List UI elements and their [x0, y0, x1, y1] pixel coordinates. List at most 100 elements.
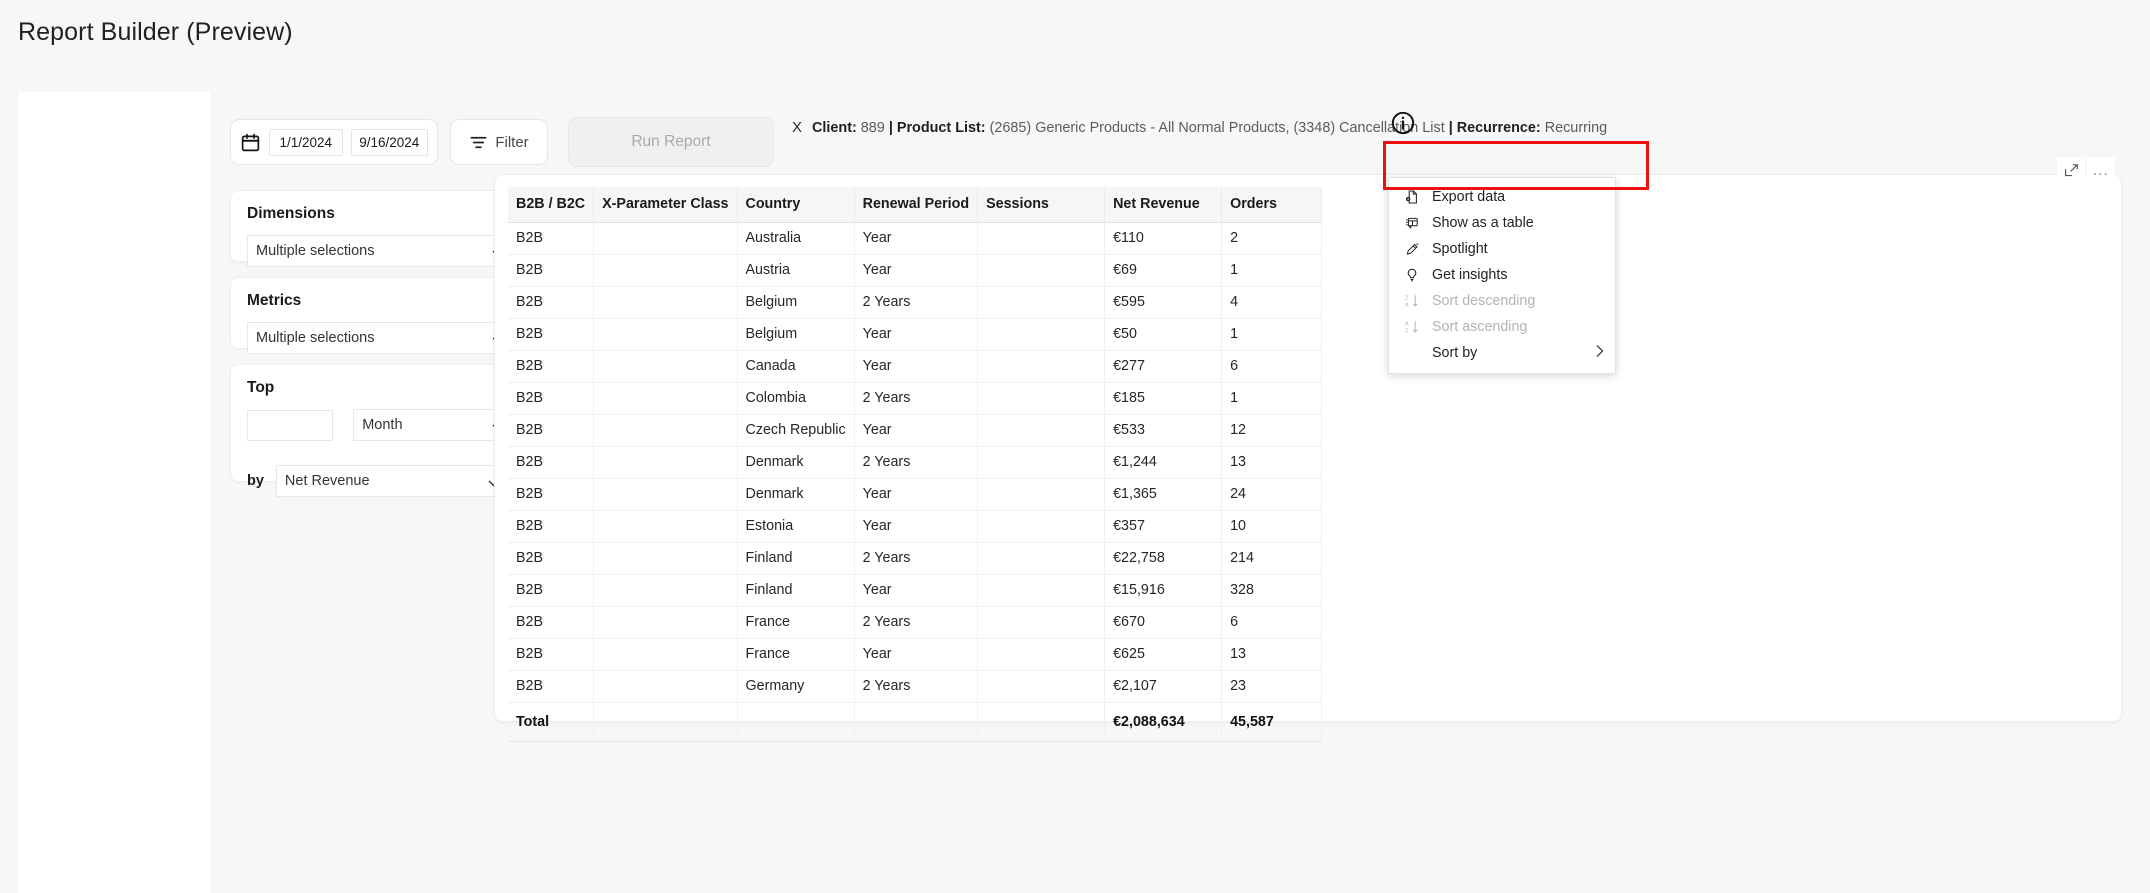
top-by-select[interactable]: Net Revenue: [275, 465, 511, 497]
metrics-select[interactable]: Multiple selections: [247, 322, 515, 354]
context-menu-item-get-insights[interactable]: Get insights: [1389, 262, 1615, 288]
table-cell: B2B: [508, 510, 595, 543]
table-cell: [977, 350, 1106, 383]
table-cell: [593, 382, 738, 415]
table-cell: 6: [1221, 350, 1323, 383]
date-to-input[interactable]: 9/16/2024: [350, 128, 428, 156]
table-cell: 12: [1221, 414, 1323, 447]
table-cell: B2B: [508, 638, 595, 671]
info-circle-icon[interactable]: [1390, 110, 1416, 136]
table-row[interactable]: B2B Belgium 2 Years €595 4: [508, 286, 1323, 319]
metrics-select-value: Multiple selections: [256, 330, 375, 346]
column-header-sessions[interactable]: Sessions: [977, 187, 1106, 223]
top-count-input[interactable]: [247, 409, 334, 441]
column-header-country[interactable]: Country: [737, 187, 855, 223]
table-total-cell: [854, 702, 979, 742]
context-menu-item-label: Export data: [1432, 189, 1506, 205]
table-row[interactable]: B2B France Year €625 13: [508, 638, 1323, 671]
table-row[interactable]: B2B Belgium Year €50 1: [508, 318, 1323, 351]
table-cell: 13: [1221, 638, 1323, 671]
calendar-icon: [240, 132, 261, 153]
more-options-ellipsis-icon[interactable]: …: [2087, 157, 2115, 183]
table-cell: [977, 638, 1106, 671]
date-from-input[interactable]: 1/1/2024: [269, 128, 343, 156]
top-period-select[interactable]: Month: [353, 409, 515, 441]
column-header-orders[interactable]: Orders: [1221, 187, 1323, 223]
context-menu-item-export-data[interactable]: Export data: [1389, 184, 1615, 210]
table-row[interactable]: B2B Austria Year €69 1: [508, 254, 1323, 287]
date-range-picker[interactable]: 1/1/2024 9/16/2024: [230, 119, 438, 165]
table-cell: Canada: [737, 350, 855, 383]
table-cell: [593, 574, 738, 607]
context-menu-item-label: Spotlight: [1432, 241, 1488, 257]
table-row[interactable]: B2B Germany 2 Years €2,107 23: [508, 670, 1323, 703]
run-report-button[interactable]: Run Report: [568, 117, 774, 167]
table-total-cell: Total: [508, 702, 595, 742]
table-row[interactable]: B2B Denmark 2 Years €1,244 13: [508, 446, 1323, 479]
table-row[interactable]: B2B France 2 Years €670 6: [508, 606, 1323, 639]
context-menu-item-label: Sort descending: [1432, 293, 1536, 309]
context-menu-item-show-as-a-table[interactable]: Show as a table: [1389, 210, 1615, 236]
table-cell: B2B: [508, 318, 595, 351]
filter-client-label: Client:: [812, 120, 857, 136]
table-cell: B2B: [508, 286, 595, 319]
table-cell: [593, 510, 738, 543]
table-header: B2B / B2C X-Parameter Class Country Rene…: [508, 187, 1323, 223]
column-header-net-revenue[interactable]: Net Revenue: [1104, 187, 1223, 223]
table-cell: [593, 286, 738, 319]
clear-filters-button[interactable]: X: [792, 116, 802, 139]
table-cell: €1,244: [1104, 446, 1223, 479]
top-panel: Top Month by Net Revenue: [230, 364, 532, 497]
column-header-b2b-b2c[interactable]: B2B / B2C: [508, 187, 595, 223]
table-cell: 2 Years: [854, 382, 979, 415]
column-header-renewal-period[interactable]: Renewal Period: [854, 187, 979, 223]
table-row[interactable]: B2B Finland Year €15,916 328: [508, 574, 1323, 607]
table-cell: [593, 606, 738, 639]
table-cell: Year: [854, 254, 979, 287]
table-cell: 2 Years: [854, 286, 979, 319]
context-menu-item-label: Sort by: [1432, 345, 1478, 361]
table-cell: [977, 510, 1106, 543]
table-cell: Finland: [737, 542, 855, 575]
table-row[interactable]: B2B Czech Republic Year €533 12: [508, 414, 1323, 447]
table-cell: €50: [1104, 318, 1223, 351]
table-cell: B2B: [508, 670, 595, 703]
page-title: Report Builder (Preview): [18, 18, 293, 46]
table-cell: [593, 542, 738, 575]
table-cell: [977, 478, 1106, 511]
table-cell: €69: [1104, 254, 1223, 287]
table-cell: [593, 318, 738, 351]
dimensions-title: Dimensions: [247, 205, 335, 222]
table-row[interactable]: B2B Estonia Year €357 10: [508, 510, 1323, 543]
context-menu-item-sort-by[interactable]: Sort by: [1389, 340, 1615, 366]
context-menu-item-spotlight[interactable]: Spotlight: [1389, 236, 1615, 262]
table-row[interactable]: B2B Canada Year €277 6: [508, 350, 1323, 383]
context-menu-item-label: Show as a table: [1432, 215, 1534, 231]
svg-text:A: A: [1405, 321, 1409, 327]
table-cell: B2B: [508, 542, 595, 575]
table-cell: 1: [1221, 382, 1323, 415]
no-icon: [1403, 344, 1421, 362]
table-cell: Year: [854, 350, 979, 383]
dimensions-select[interactable]: Multiple selections: [247, 235, 515, 267]
table-cell: B2B: [508, 414, 595, 447]
table-row[interactable]: B2B Colombia 2 Years €185 1: [508, 382, 1323, 415]
filter-product-list-label: Product List:: [896, 120, 986, 136]
filter-recurrence-label: Recurrence:: [1456, 120, 1541, 136]
table-row[interactable]: B2B Finland 2 Years €22,758 214: [508, 542, 1323, 575]
table-cell: Belgium: [737, 286, 855, 319]
filter-product-list-value: (2685) Generic Products - All Normal Pro…: [989, 120, 1445, 136]
table-row[interactable]: B2B Denmark Year €1,365 24: [508, 478, 1323, 511]
filter-separator-1: |: [888, 120, 893, 136]
focus-mode-icon[interactable]: [2057, 157, 2085, 183]
context-menu-item-sort-ascending: A Z Sort ascending: [1389, 314, 1615, 340]
table-cell: €625: [1104, 638, 1223, 671]
show-as-table-icon: [1403, 214, 1421, 232]
column-header-x-parameter[interactable]: X-Parameter Class: [593, 187, 738, 223]
filter-separator-2: |: [1448, 120, 1453, 136]
table-cell: 214: [1221, 542, 1323, 575]
filter-button[interactable]: Filter: [450, 119, 548, 165]
filter-recurrence-value: Recurring: [1544, 120, 1608, 136]
filter-client-value: 889: [860, 120, 885, 136]
table-row[interactable]: B2B Australia Year €110 2: [508, 222, 1323, 255]
